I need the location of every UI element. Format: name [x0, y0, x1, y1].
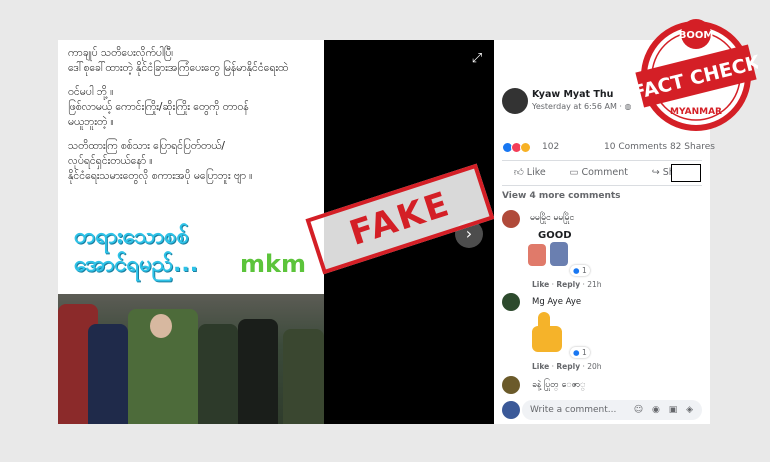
shared-image: ကာချုပ် သတိပေးလိုက်ပါပြီ၊ ဒေါ်စုခေါ်ထားတ… [58, 40, 324, 424]
comment-reply-link[interactable]: Reply [556, 280, 580, 289]
post-line-1: ကာချုပ် သတိပေးလိုက်ပါပြီ၊ ဒေါ်စုခေါ်ထားတ… [68, 47, 289, 74]
big-caption: တရားသောစစ် အောင်ရမည်... [74, 223, 198, 279]
share-icon: ↪ [651, 166, 660, 178]
divider [502, 185, 702, 186]
boom-fact-check-badge: BOOM FACT CHECK MYANMAR [634, 19, 758, 131]
comment-button[interactable]: ▭ Comment [569, 166, 628, 178]
commenter-name[interactable]: ခနဲ့ ပြုတ္ ေဇာ္ [532, 380, 585, 392]
commenter-avatar[interactable] [502, 376, 520, 394]
post-line-3: သတိထားကြ စစ်သား ပြောရင်ပြတ်တယ်/ လုပ်ရင်ရ… [68, 140, 253, 182]
reaction-count[interactable]: 102 [542, 142, 559, 152]
big-caption-line-1: တရားသောစစ် [74, 224, 189, 249]
redaction-box [671, 164, 701, 182]
reaction-icons[interactable] [502, 142, 531, 153]
thumbs-up-sticker [532, 312, 568, 354]
author-avatar[interactable] [502, 88, 528, 114]
comment-attach-icons[interactable]: ☺ ◉ ▣ ◈ [634, 400, 696, 420]
care-reaction-icon [520, 142, 531, 153]
commenter-name[interactable]: မမမြိုင မမမြိုင [530, 213, 574, 225]
comment-reaction[interactable]: ● 1 [570, 347, 590, 358]
mkm-logo: mkm [240, 250, 306, 278]
view-more-comments[interactable]: View 4 more comments [502, 191, 621, 201]
comment-like-link[interactable]: Like [532, 280, 549, 289]
sticker-text: GOOD [538, 230, 572, 241]
write-comment-placeholder: Write a comment... [530, 405, 617, 415]
commenter-avatar[interactable] [502, 210, 520, 228]
good-sticker: GOOD [524, 226, 574, 276]
current-user-avatar [502, 401, 520, 419]
comment-reply-link[interactable]: Reply [556, 362, 580, 371]
comments-shares-count[interactable]: 10 Comments 82 Shares [604, 142, 715, 152]
commenter-avatar[interactable] [502, 293, 520, 311]
comment-reaction[interactable]: ● 1 [570, 265, 590, 276]
post-time: Yesterday at 6:56 AM · ◍ [532, 102, 632, 111]
like-reaction-icon: ● [573, 266, 580, 275]
big-caption-line-2: အောင်ရမည်... [74, 252, 199, 277]
thumb-icon: 👍︎ [513, 167, 524, 178]
post-text: ကာချုပ် သတိပေးလိုက်ပါပြီ၊ ဒေါ်စုခေါ်ထားတ… [68, 46, 318, 193]
author-name[interactable]: Kyaw Myat Thu [532, 89, 613, 100]
badge-top-text: BOOM [679, 30, 714, 41]
expand-icon[interactable]: ⤢ [470, 52, 484, 66]
globe-icon: ◍ [624, 102, 632, 111]
comment-icon: ▭ [569, 166, 579, 178]
comment-meta: Like · Reply · 21h [532, 280, 602, 289]
like-button[interactable]: 👍︎ Like [513, 166, 546, 179]
like-reaction-icon: ● [573, 348, 580, 357]
comment-meta: Like · Reply · 20h [532, 362, 602, 371]
write-comment-input[interactable]: Write a comment... ☺ ◉ ▣ ◈ [522, 400, 702, 420]
commenter-name[interactable]: Mg Aye Aye [532, 297, 581, 307]
post-line-2: ဝင်မပါ ဘို့ ။ ဖြစ်လာမယ့် ကောင်းကြိုး/ဆို… [68, 86, 249, 128]
comment-like-link[interactable]: Like [532, 362, 549, 371]
divider [502, 160, 702, 161]
military-photo [58, 294, 324, 424]
badge-bottom-text: MYANMAR [670, 107, 722, 117]
